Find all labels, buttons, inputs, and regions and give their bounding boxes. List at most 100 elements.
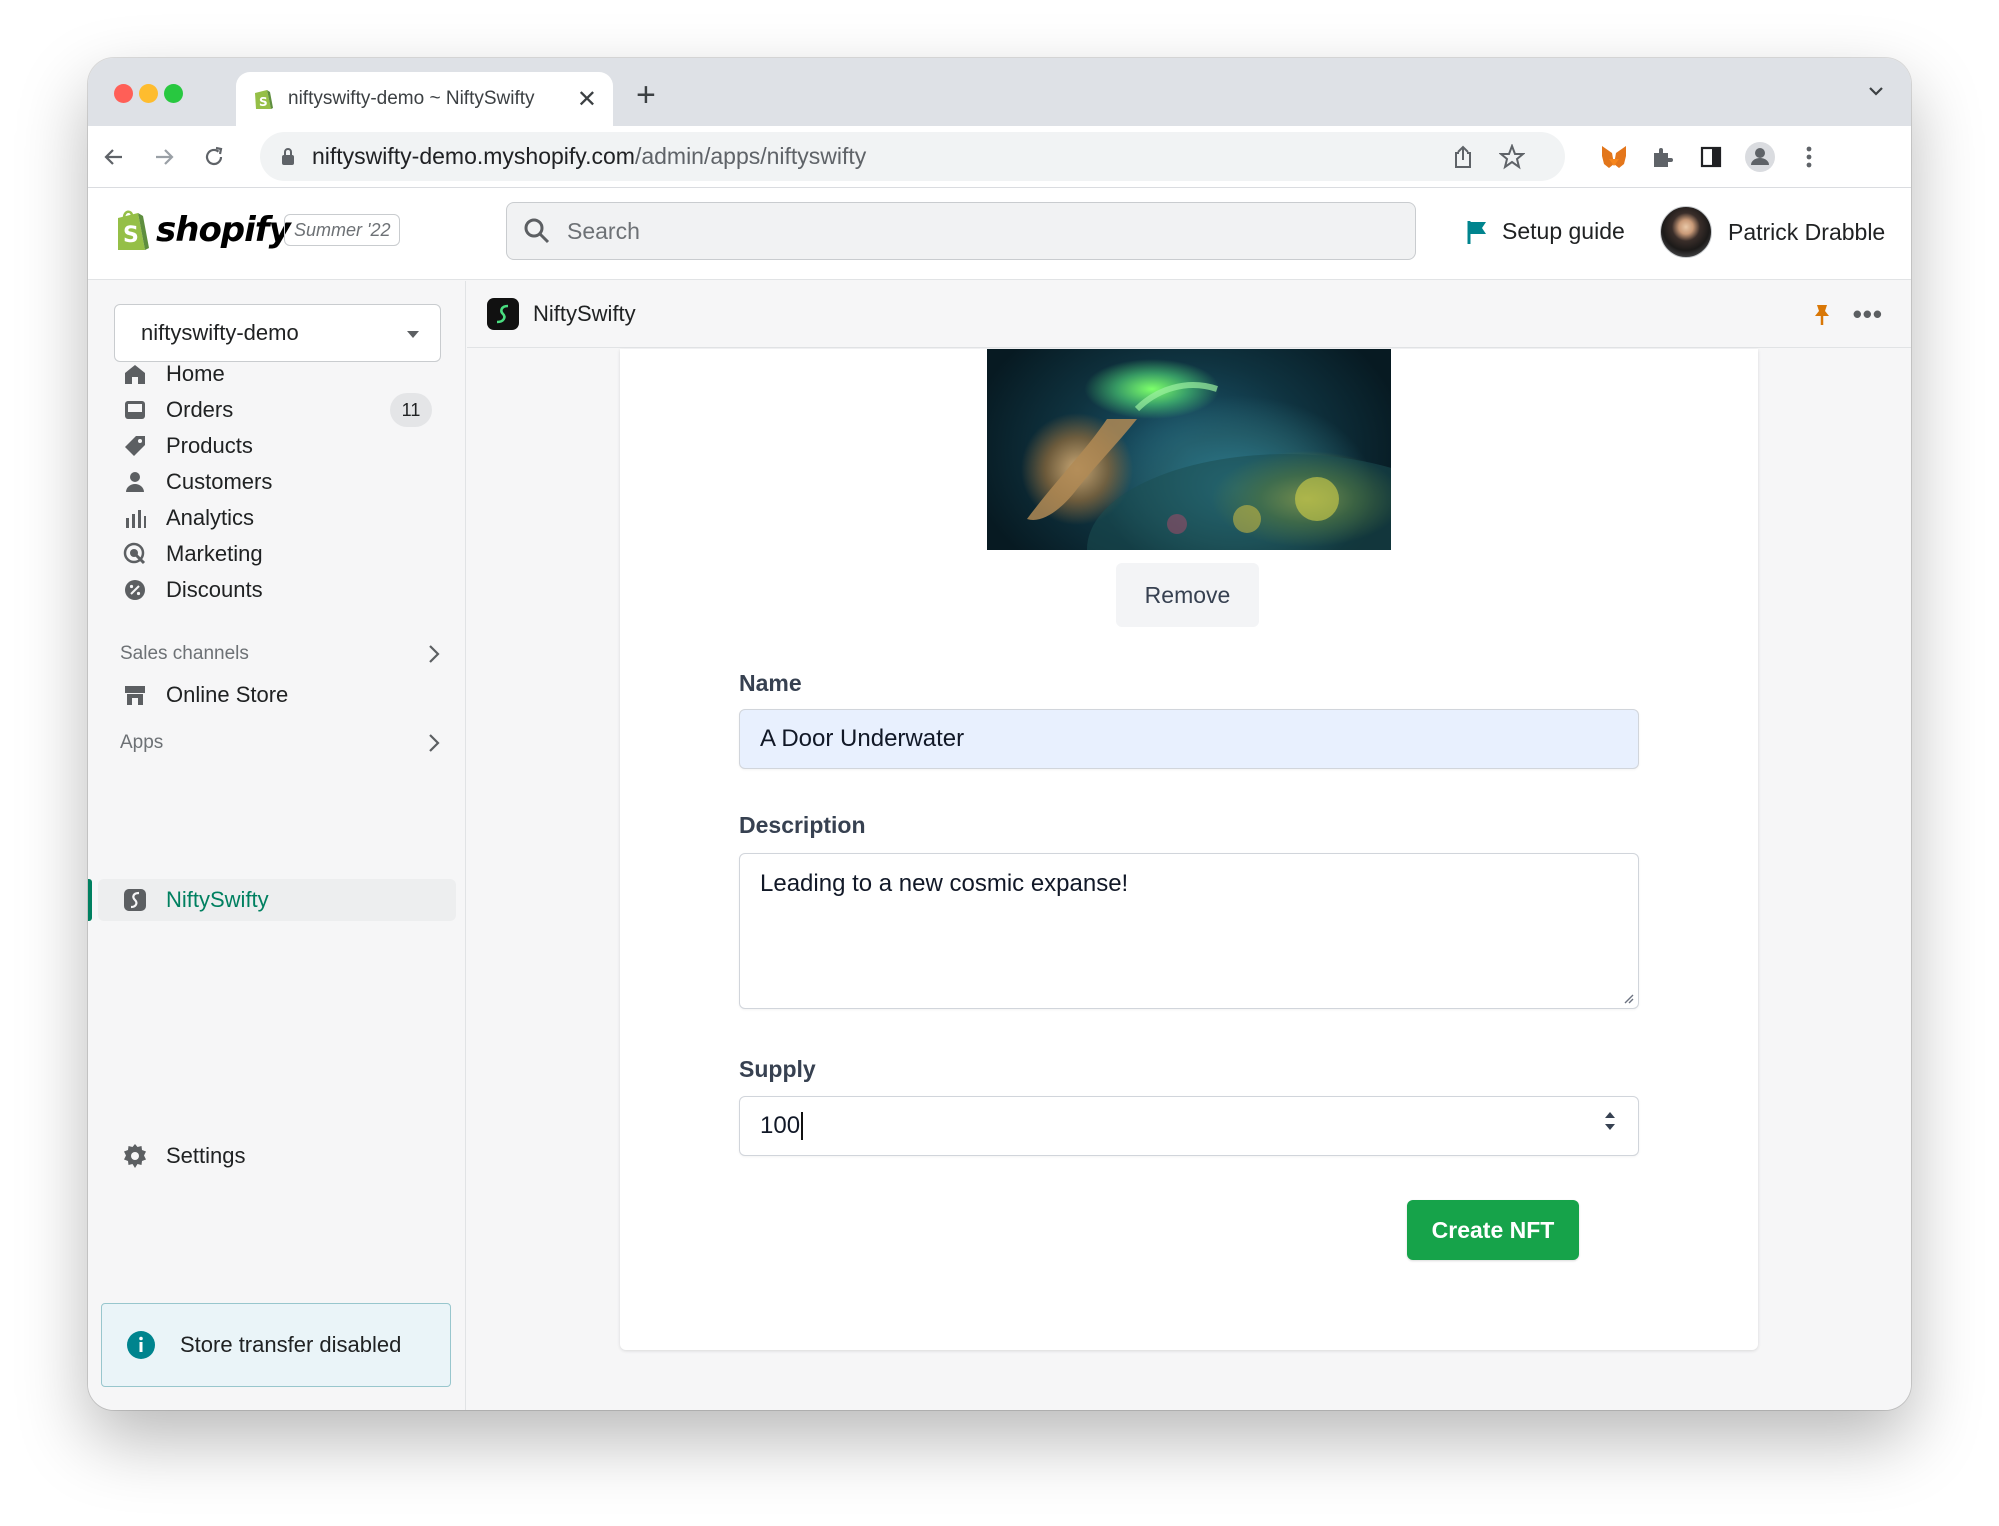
- pin-icon[interactable]: [1813, 303, 1831, 327]
- setup-guide-link[interactable]: Setup guide: [1466, 218, 1625, 245]
- niftyswifty-logo-icon: [487, 298, 519, 330]
- resize-handle-icon[interactable]: [1622, 992, 1634, 1004]
- person-icon: [122, 469, 148, 495]
- orders-icon: [122, 397, 148, 423]
- target-icon: [122, 541, 148, 567]
- number-stepper[interactable]: [1604, 1111, 1616, 1131]
- bookmark-star-icon[interactable]: [1499, 144, 1525, 170]
- description-field[interactable]: Leading to a new cosmic expanse!: [739, 853, 1639, 1009]
- admin-header: S shopify Summer '22 Search Setup guide …: [88, 188, 1911, 280]
- sidebar-item-label: Customers: [166, 469, 273, 494]
- tab-strip: S niftyswifty-demo ~ NiftySwifty ✕ +: [88, 58, 1911, 126]
- tab-search-chevron-icon[interactable]: [1865, 80, 1887, 102]
- new-tab-button[interactable]: +: [636, 76, 656, 115]
- nft-image-preview: [987, 349, 1391, 550]
- create-nft-button[interactable]: Create NFT: [1407, 1200, 1579, 1260]
- tab-close-icon[interactable]: ✕: [577, 85, 597, 114]
- more-actions-icon[interactable]: •••: [1853, 299, 1883, 330]
- sidebar-item-products[interactable]: Products: [122, 426, 432, 466]
- maximize-window-button[interactable]: [164, 84, 183, 103]
- extensions-puzzle-icon[interactable]: [1644, 139, 1680, 175]
- apps-header[interactable]: Apps: [120, 732, 440, 754]
- store-name: niftyswifty-demo: [141, 320, 299, 345]
- metamask-fox-icon[interactable]: [1596, 139, 1632, 175]
- sidebar-item-analytics[interactable]: Analytics: [122, 498, 432, 538]
- name-field[interactable]: A Door Underwater: [739, 709, 1639, 769]
- stepper-down-icon[interactable]: [1604, 1123, 1616, 1131]
- sidebar-item-label: Settings: [166, 1143, 246, 1168]
- tag-icon: [122, 433, 148, 459]
- sidebar-item-label: Marketing: [166, 541, 263, 566]
- browser-toolbar: niftyswifty-demo.myshopify.com/admin/app…: [88, 126, 1911, 188]
- sidebar-item-label: Discounts: [166, 577, 263, 602]
- supply-field[interactable]: 100: [739, 1096, 1639, 1156]
- browser-tab[interactable]: S niftyswifty-demo ~ NiftySwifty ✕: [236, 72, 613, 126]
- forward-icon[interactable]: [146, 139, 182, 175]
- niftyswifty-app-icon: [122, 887, 148, 913]
- chevron-right-icon[interactable]: [428, 733, 440, 753]
- user-name: Patrick Drabble: [1728, 218, 1886, 245]
- sidebar-item-home[interactable]: Home: [122, 354, 432, 394]
- sidebar-item-label: Online Store: [166, 682, 289, 707]
- avatar: [1660, 206, 1712, 258]
- sidebar-item-online-store[interactable]: Online Store: [122, 675, 432, 715]
- browser-menu-icon[interactable]: [1791, 139, 1827, 175]
- svg-text:S: S: [259, 95, 268, 109]
- minimize-window-button[interactable]: [139, 84, 158, 103]
- user-menu[interactable]: Patrick Drabble: [1660, 206, 1885, 258]
- nft-artwork: [1027, 382, 1391, 550]
- name-label: Name: [739, 670, 802, 696]
- store-icon: [122, 682, 148, 708]
- close-window-button[interactable]: [114, 84, 133, 103]
- share-icon[interactable]: [1451, 144, 1475, 170]
- address-bar[interactable]: niftyswifty-demo.myshopify.com/admin/app…: [260, 132, 1565, 181]
- sidebar-item-customers[interactable]: Customers: [122, 462, 432, 502]
- url-host: niftyswifty-demo.myshopify.com: [312, 143, 635, 169]
- url-path: /admin/apps/niftyswifty: [634, 143, 867, 169]
- sidebar: niftyswifty-demo Home Orders 11 Products…: [88, 281, 466, 1410]
- browser-window: S niftyswifty-demo ~ NiftySwifty ✕ + nif…: [88, 58, 1911, 1410]
- sidebar-item-marketing[interactable]: Marketing: [122, 534, 432, 574]
- gear-icon: [122, 1143, 148, 1169]
- sidebar-item-label: Home: [166, 361, 225, 386]
- sidebar-item-orders[interactable]: Orders 11: [122, 390, 432, 430]
- side-panel-icon[interactable]: [1693, 139, 1729, 175]
- sidebar-item-label: Orders: [166, 397, 234, 422]
- svg-text:S: S: [123, 223, 139, 248]
- nft-form-card: Remove Name A Door Underwater Descriptio…: [620, 349, 1758, 1350]
- shopify-logo[interactable]: S shopify: [112, 208, 291, 252]
- sidebar-item-niftyswifty[interactable]: NiftySwifty: [122, 880, 432, 920]
- text-cursor: [801, 1112, 804, 1140]
- app-title-bar: NiftySwifty •••: [467, 281, 1911, 348]
- shopify-wordmark: shopify: [156, 210, 291, 250]
- discount-icon: [122, 577, 148, 603]
- name-value: A Door Underwater: [760, 725, 965, 752]
- chevron-right-icon[interactable]: [428, 644, 440, 664]
- supply-label: Supply: [739, 1056, 816, 1082]
- sidebar-item-label: Analytics: [166, 505, 255, 530]
- supply-value: 100: [760, 1112, 801, 1139]
- bar-chart-icon: [122, 505, 148, 531]
- sidebar-item-label: NiftySwifty: [166, 887, 269, 912]
- profile-icon[interactable]: [1742, 139, 1778, 175]
- active-indicator: [88, 879, 92, 921]
- search-input[interactable]: Search: [506, 202, 1416, 260]
- search-icon: [524, 218, 550, 244]
- description-value: Leading to a new cosmic expanse!: [760, 870, 1129, 897]
- info-icon: [127, 1331, 155, 1359]
- store-transfer-notice: Store transfer disabled: [101, 1303, 451, 1387]
- reload-icon[interactable]: [196, 139, 232, 175]
- sidebar-item-discounts[interactable]: Discounts: [122, 570, 432, 610]
- tab-title: niftyswifty-demo ~ NiftySwifty: [288, 88, 535, 109]
- sales-channels-title: Sales channels: [120, 643, 249, 664]
- shopify-bag-icon: S: [118, 210, 149, 250]
- apps-title: Apps: [120, 732, 164, 753]
- sidebar-item-settings[interactable]: Settings: [122, 1136, 432, 1176]
- caret-down-icon: [407, 331, 419, 338]
- back-icon[interactable]: [96, 139, 132, 175]
- stepper-up-icon[interactable]: [1604, 1111, 1616, 1119]
- edition-badge[interactable]: Summer '22: [284, 214, 401, 246]
- remove-image-button[interactable]: Remove: [1116, 563, 1259, 627]
- sales-channels-header[interactable]: Sales channels: [120, 643, 440, 665]
- lock-icon[interactable]: [280, 147, 296, 167]
